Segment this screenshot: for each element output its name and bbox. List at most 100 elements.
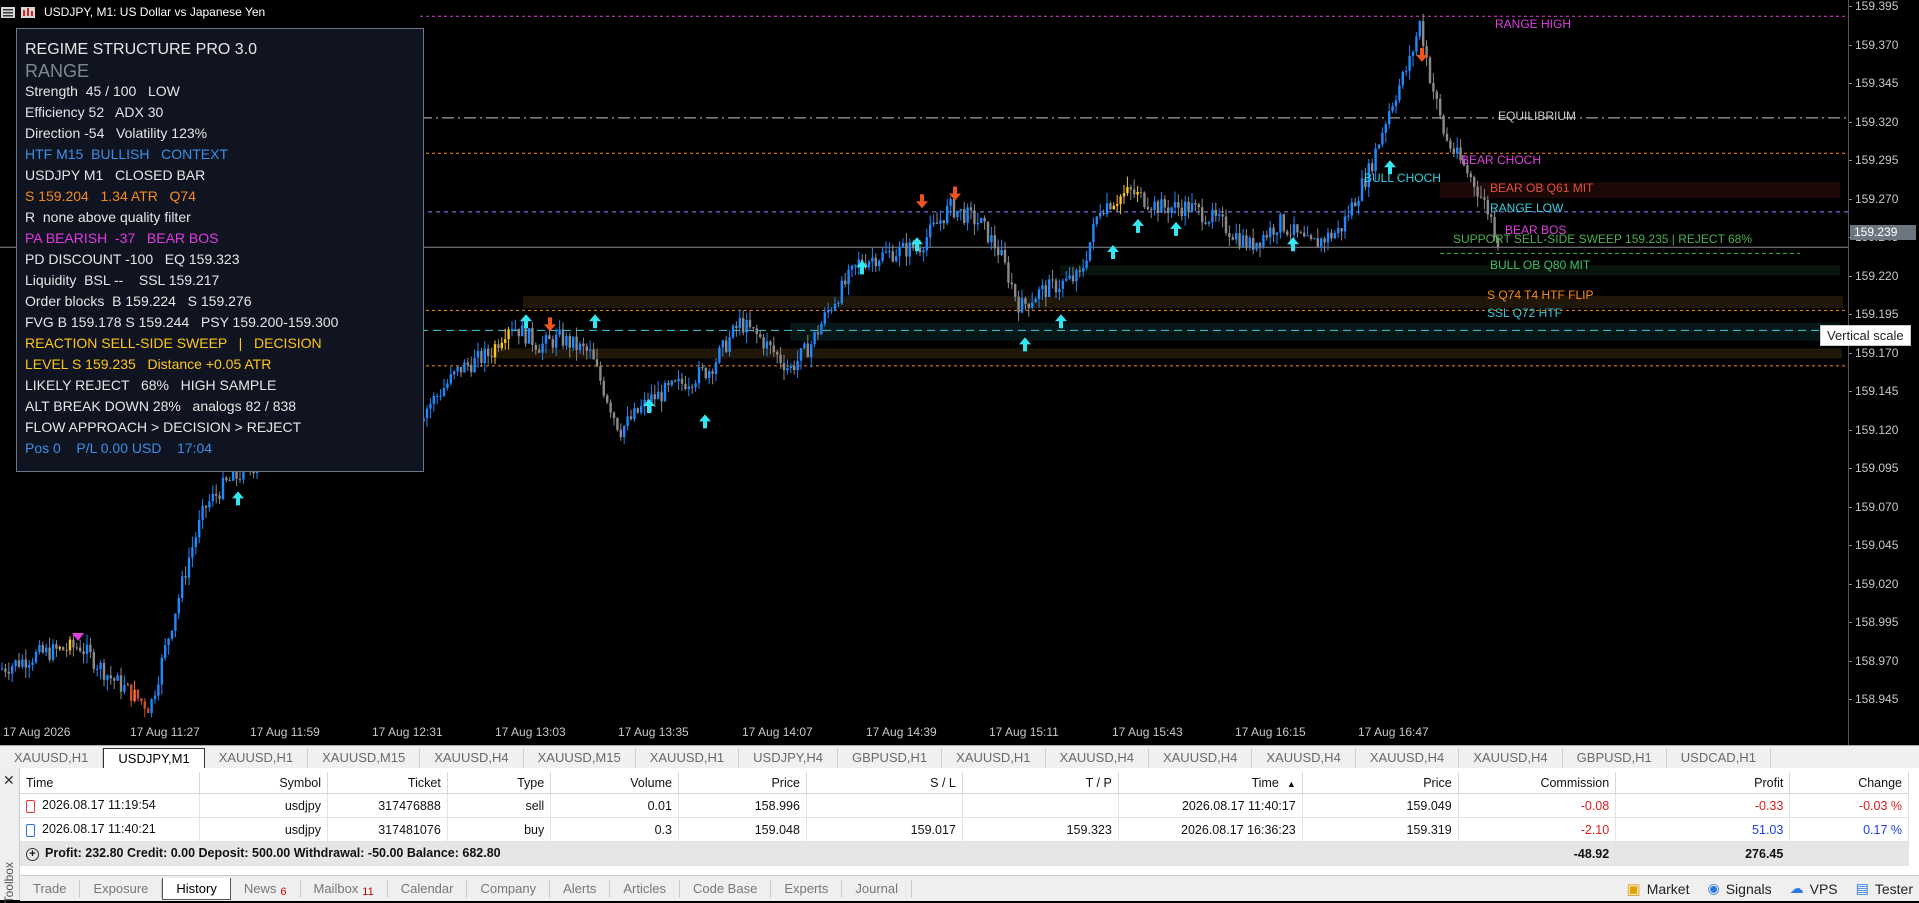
candle-body	[572, 337, 574, 348]
candle-body	[1344, 217, 1346, 232]
column-header-label: S / L	[930, 776, 956, 790]
candle-body	[535, 345, 537, 350]
candle-body	[1014, 284, 1016, 297]
candle-body	[616, 418, 618, 430]
column-header[interactable]: Volume	[551, 772, 679, 794]
summary-expand-icon[interactable]: +	[26, 848, 39, 861]
column-header[interactable]: Price	[678, 772, 806, 794]
tab-history[interactable]: History	[162, 878, 230, 900]
price-scale[interactable]: 159.395159.370159.345159.320159.295159.2…	[1848, 0, 1919, 745]
menu-icon[interactable]	[0, 6, 16, 19]
vps-button[interactable]: ☁VPS	[1790, 880, 1838, 897]
symbol-tab[interactable]: XAUUSD,H1	[205, 748, 308, 768]
candle-body	[18, 660, 20, 666]
symbol-tab[interactable]: XAUUSD,H1	[636, 748, 739, 768]
candle-body	[892, 251, 894, 261]
chart-area[interactable]: USDJPY, M1: US Dollar vs Japanese Yen RE…	[0, 0, 1848, 745]
tab-trade[interactable]: Trade	[20, 880, 80, 898]
candle-body	[640, 406, 642, 412]
candle-body	[69, 640, 71, 651]
candle-body	[42, 645, 44, 652]
symbol-tab[interactable]: USDCAD,H1	[1667, 748, 1771, 768]
candle-body	[718, 348, 720, 363]
candle-body	[637, 408, 639, 412]
tab-news[interactable]: News6	[231, 880, 301, 898]
column-header[interactable]: T / P	[962, 772, 1118, 794]
candle-body	[218, 496, 220, 499]
chart-window-icon[interactable]	[20, 6, 36, 19]
column-header[interactable]: S / L	[806, 772, 962, 794]
candle-body	[96, 669, 98, 670]
candle-body	[837, 303, 839, 304]
symbol-tab[interactable]: XAUUSD,H4	[1149, 748, 1252, 768]
column-header[interactable]: Type	[447, 772, 550, 794]
symbol-tab[interactable]: USDJPY,M1	[103, 748, 204, 768]
regime-structure-panel: REGIME STRUCTURE PRO 3.0 RANGE Strength …	[16, 28, 424, 472]
symbol-tab[interactable]: XAUUSD,H4	[1046, 748, 1149, 768]
column-header[interactable]: Commission	[1458, 772, 1616, 794]
symbol-tab[interactable]: XAUUSD,H1	[942, 748, 1045, 768]
tab-mailbox[interactable]: Mailbox11	[301, 880, 388, 898]
candle-body	[1391, 106, 1393, 111]
column-header[interactable]: Price	[1302, 772, 1458, 794]
candle-body	[52, 644, 54, 660]
tab-code-base[interactable]: Code Base	[680, 880, 771, 898]
symbol-tab[interactable]: XAUUSD,H4	[1459, 748, 1562, 768]
candle-body	[31, 662, 33, 665]
time-tick: 17 Aug 16:15	[1235, 725, 1306, 739]
symbol-tab[interactable]: XAUUSD,H1	[0, 748, 103, 768]
tab-calendar[interactable]: Calendar	[388, 880, 468, 898]
candle-body	[59, 647, 61, 649]
candle-body	[1181, 208, 1183, 217]
column-header[interactable]: Profit	[1616, 772, 1790, 794]
symbol-tab[interactable]: XAUUSD,H4	[1252, 748, 1355, 768]
candle-body	[4, 669, 6, 672]
candle-body	[14, 660, 16, 666]
candle-body	[977, 223, 979, 224]
candle-body	[21, 659, 23, 666]
candle-body	[773, 345, 775, 352]
market-button[interactable]: ▣Market	[1627, 880, 1690, 898]
candle-body	[1422, 21, 1424, 46]
close-icon[interactable]: ✕	[3, 772, 15, 789]
signals-button[interactable]: ◉Signals	[1707, 880, 1771, 897]
tab-exposure[interactable]: Exposure	[80, 880, 162, 898]
candle-body	[603, 381, 605, 396]
table-row[interactable]: 2026.08.17 11:40:21usdjpy317481076buy0.3…	[20, 818, 1909, 842]
candle-body	[579, 344, 581, 350]
symbol-tab[interactable]: XAUUSD,H4	[420, 748, 523, 768]
symbol-tab[interactable]: USDJPY,H4	[739, 748, 838, 768]
candle-body	[11, 666, 13, 673]
tab-journal[interactable]: Journal	[842, 880, 912, 898]
column-header[interactable]: Ticket	[328, 772, 448, 794]
column-header[interactable]: Change	[1790, 772, 1909, 794]
symbol-tab[interactable]: GBPUSD,H1	[838, 748, 942, 768]
up-arrow-icon	[699, 414, 711, 428]
candle-body	[443, 388, 445, 396]
symbol-tab[interactable]: GBPUSD,H1	[1563, 748, 1667, 768]
panel-regime: RANGE	[25, 61, 415, 81]
symbol-tab[interactable]: XAUUSD,H4	[1356, 748, 1459, 768]
tab-company[interactable]: Company	[467, 880, 550, 898]
candle-body	[1276, 233, 1278, 235]
time-tick: 17 Aug 16:47	[1358, 725, 1429, 739]
candle-body	[868, 262, 870, 267]
candle-body	[1150, 209, 1152, 210]
candle-body	[932, 223, 934, 225]
column-header[interactable]: Symbol	[200, 772, 328, 794]
tester-button[interactable]: ▤Tester	[1856, 880, 1913, 897]
tab-experts[interactable]: Experts	[771, 880, 842, 898]
tab-articles[interactable]: Articles	[610, 880, 680, 898]
tab-alerts[interactable]: Alerts	[550, 880, 610, 898]
candle-body	[79, 648, 81, 652]
column-header[interactable]: Time▲	[1118, 772, 1302, 794]
table-row[interactable]: 2026.08.17 11:19:54usdjpy317476888sell0.…	[20, 794, 1909, 818]
symbol-tab[interactable]: XAUUSD,M15	[524, 748, 636, 768]
candle-body	[130, 684, 132, 700]
column-header[interactable]: Time	[20, 772, 200, 794]
tab-badge: 6	[280, 886, 286, 898]
candle-body	[1361, 178, 1363, 200]
symbol-tab[interactable]: XAUUSD,M15	[308, 748, 420, 768]
candle-body	[167, 639, 169, 645]
candle-body	[480, 351, 482, 363]
